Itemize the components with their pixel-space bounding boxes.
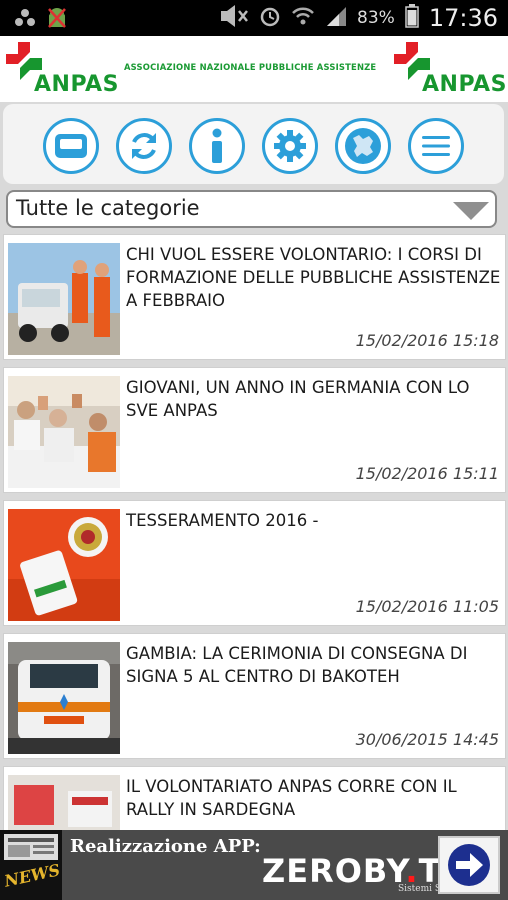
category-select-value: Tutte le categorie: [16, 196, 200, 220]
anpas-logo-right: ANPAS: [388, 38, 508, 100]
header-banner: ANPAS ASSOCIAZIONE NAZIONALE PUBBLICHE A…: [0, 36, 508, 102]
settings-button[interactable]: [262, 118, 318, 174]
news-item[interactable]: CHI VUOL ESSERE VOLONTARIO: I CORSI DI F…: [3, 234, 506, 360]
battery-percent: 83%: [357, 8, 395, 28]
menu-button[interactable]: [408, 118, 464, 174]
news-title: GAMBIA: LA CERIMONIA DI CONSEGNA DI SIGN…: [126, 644, 468, 686]
wifi-icon: [291, 6, 315, 30]
news-thumbnail: [8, 775, 120, 830]
europe-globe-icon: [345, 128, 381, 164]
news-label: NEWS: [2, 860, 62, 891]
settings-icon: [274, 130, 306, 162]
alarm-icon: [259, 5, 281, 31]
refresh-button[interactable]: [116, 118, 172, 174]
anpas-logo-text: ANPAS: [34, 72, 119, 97]
brand-part-1: ZEROBY: [262, 852, 406, 890]
clock: 17:36: [428, 4, 498, 32]
dropdown-arrow-icon: [453, 202, 489, 220]
battery-icon: [405, 4, 419, 32]
mute-icon: [219, 5, 249, 31]
news-item[interactable]: GIOVANI, UN ANNO IN GERMANIA CON LO SVE …: [3, 367, 506, 493]
anpas-logo-left: ANPAS: [0, 38, 120, 100]
open-link-button[interactable]: [438, 836, 500, 894]
news-badge: NEWS: [0, 830, 62, 900]
news-date: 15/02/2016 15:11: [355, 464, 499, 483]
info-icon: [212, 128, 222, 163]
news-card-icon: [55, 134, 87, 158]
arrow-right-icon: [448, 844, 490, 886]
news-thumbnail: [8, 642, 120, 754]
realizzazione-label: Realizzazione APP:: [70, 836, 261, 857]
info-button[interactable]: [189, 118, 245, 174]
news-thumbnail: [8, 509, 120, 621]
news-date: 30/06/2015 14:45: [355, 730, 499, 749]
news-item[interactable]: TESSERAMENTO 2016 - 15/02/2016 11:05: [3, 500, 506, 626]
banner-title: ASSOCIAZIONE NAZIONALE PUBBLICHE ASSISTE…: [124, 62, 377, 72]
toolbar: [0, 102, 508, 186]
news-thumbnail: [8, 243, 120, 355]
category-select[interactable]: Tutte le categorie: [6, 190, 497, 228]
news-button[interactable]: [43, 118, 99, 174]
menu-icon: [422, 136, 450, 156]
news-date: 15/02/2016 11:05: [355, 597, 499, 616]
news-title: TESSERAMENTO 2016 -: [126, 511, 319, 530]
anpas-logo-text: ANPAS: [422, 72, 507, 97]
notification-icon: [14, 8, 36, 32]
news-date: 15/02/2016 15:18: [355, 331, 499, 350]
news-item[interactable]: GAMBIA: LA CERIMONIA DI CONSEGNA DI SIGN…: [3, 633, 506, 759]
newspaper-icon: [4, 834, 58, 860]
refresh-icon: [132, 133, 156, 159]
footer-ad-banner[interactable]: NEWS Realizzazione APP: ZEROBY.TE Sistem…: [0, 830, 508, 900]
status-bar: 83% 17:36: [0, 0, 508, 36]
europe-button[interactable]: [335, 118, 391, 174]
signal-icon: [325, 5, 347, 31]
news-item[interactable]: IL VOLONTARIATO ANPAS CORRE CON IL RALLY…: [3, 766, 506, 830]
android-debug-icon: [46, 6, 68, 34]
news-title: GIOVANI, UN ANNO IN GERMANIA CON LO SVE …: [126, 378, 470, 420]
news-thumbnail: [8, 376, 120, 488]
news-list[interactable]: CHI VUOL ESSERE VOLONTARIO: I CORSI DI F…: [3, 234, 506, 830]
news-title: IL VOLONTARIATO ANPAS CORRE CON IL RALLY…: [126, 777, 457, 819]
news-title: CHI VUOL ESSERE VOLONTARIO: I CORSI DI F…: [126, 245, 501, 310]
